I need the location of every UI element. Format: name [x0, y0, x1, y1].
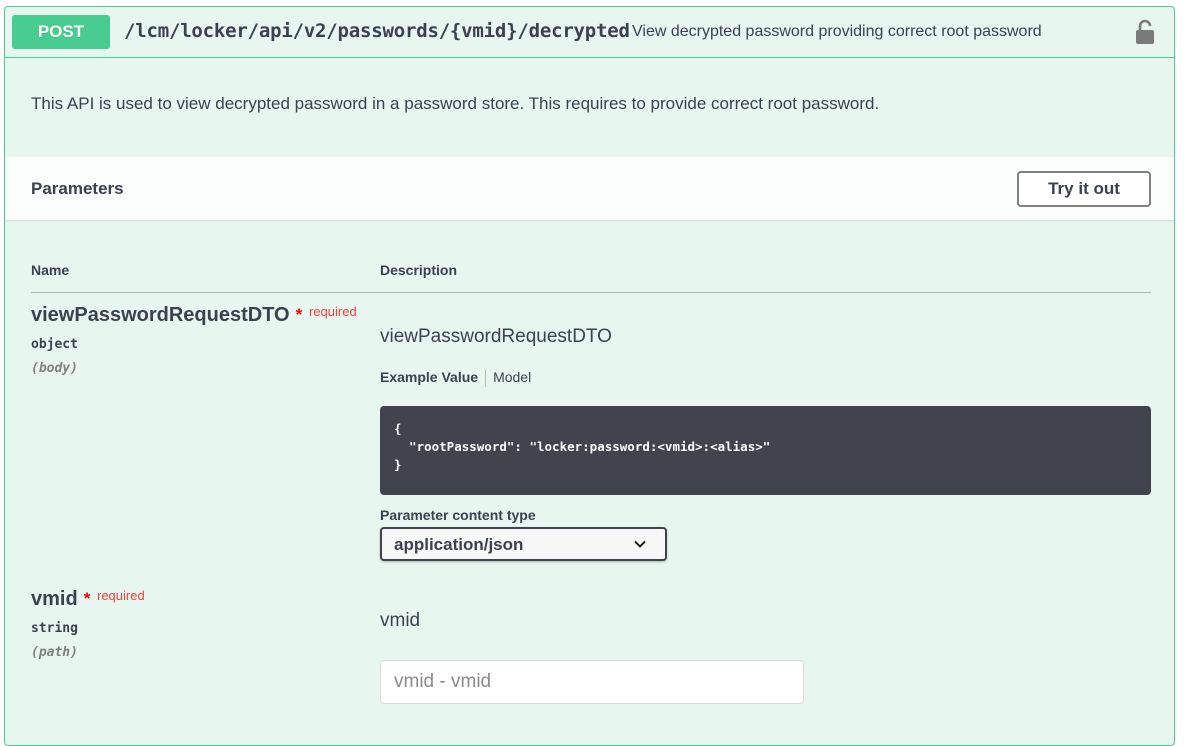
try-it-out-button[interactable]: Try it out: [1017, 171, 1151, 207]
tab-divider: [485, 369, 487, 387]
vmid-input[interactable]: [380, 660, 804, 704]
parameters-header: Parameters Try it out: [5, 157, 1174, 220]
tab-model[interactable]: Model: [493, 369, 531, 385]
required-label: required: [97, 588, 145, 603]
example-value-code[interactable]: { "rootPassword": "locker:password:<vmid…: [380, 406, 1151, 495]
column-header-description: Description: [380, 262, 458, 278]
param-name: viewPasswordRequestDTO *: [31, 304, 303, 326]
parameters-title: Parameters: [31, 179, 124, 198]
required-label: required: [309, 304, 357, 319]
chevron-down-icon: [634, 540, 646, 548]
summary-description: View decrypted password providing correc…: [632, 23, 1042, 40]
opblock-post: POST /lcm/locker/api/v2/passwords/{vmid}…: [4, 6, 1175, 746]
param-name: vmid *: [31, 588, 91, 610]
opblock-summary[interactable]: POST /lcm/locker/api/v2/passwords/{vmid}…: [5, 7, 1174, 58]
unlocked-padlock-icon[interactable]: [1134, 19, 1156, 45]
param-type: object: [31, 337, 78, 352]
method-badge: POST: [12, 15, 110, 49]
column-header-name: Name: [31, 262, 70, 278]
content-type-select[interactable]: application/json: [380, 527, 667, 561]
content-type-label: Parameter content type: [380, 507, 536, 523]
operation-description: This API is used to view decrypted passw…: [31, 94, 880, 113]
param-location: (path): [31, 645, 78, 660]
param-description: vmid: [380, 610, 421, 631]
param-type: string: [31, 621, 78, 636]
required-star: *: [83, 589, 91, 608]
param-location: (body): [31, 361, 78, 376]
endpoint-path: /lcm/locker/api/v2/passwords/{vmid}/decr…: [124, 20, 630, 42]
content-type-value: application/json: [394, 535, 524, 554]
required-star: *: [295, 305, 303, 324]
header-divider: [31, 292, 1151, 293]
param-description: viewPasswordRequestDTO: [380, 326, 612, 347]
example-tabs: Example Value Model: [380, 369, 531, 387]
tab-example-value[interactable]: Example Value: [380, 369, 478, 385]
